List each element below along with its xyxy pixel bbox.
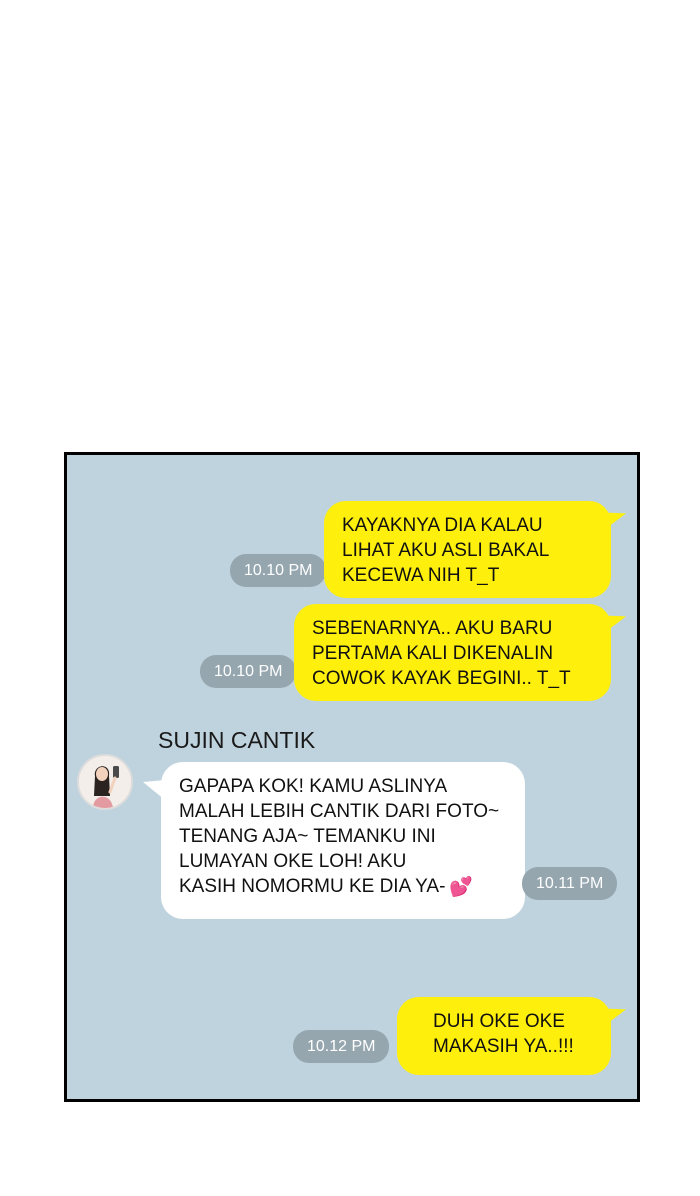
message-text-line: KASIH NOMORMU KE DIA YA- 💕 xyxy=(179,874,507,900)
message-text-line: KECEWA NIH T_T xyxy=(342,565,500,586)
message-text-line: MALAH LEBIH CANTIK DARI FOTO~ xyxy=(179,801,500,822)
message-text-line: KAYAKNYA DIA KALAU xyxy=(342,515,543,536)
message-timestamp: 10.12 PM xyxy=(293,1030,390,1063)
message-timestamp: 10.11 PM xyxy=(522,867,618,900)
message-text-line: MAKASIH YA..!!! xyxy=(433,1036,574,1057)
message-text-line: PERTAMA KALI DIKENALIN xyxy=(312,643,554,664)
outgoing-message-bubble[interactable]: DUH OKE OKE MAKASIH YA..!!! xyxy=(397,997,611,1075)
avatar-image xyxy=(79,756,131,808)
message-text-line: TENANG AJA~ TEMANKU INI xyxy=(179,826,436,847)
message-text-line: DUH OKE OKE xyxy=(433,1011,565,1032)
outgoing-message-bubble[interactable]: SEBENARNYA.. AKU BARU PERTAMA KALI DIKEN… xyxy=(294,604,611,701)
chat-window: 10.10 PM KAYAKNYA DIA KALAU LIHAT AKU AS… xyxy=(64,452,640,1102)
message-text-line: COWOK KAYAK BEGINI.. T_T xyxy=(312,668,571,689)
message-timestamp: 10.10 PM xyxy=(230,554,327,587)
message-text-line: SEBENARNYA.. AKU BARU xyxy=(312,618,553,639)
message-text-line: LIHAT AKU ASLI BAKAL xyxy=(342,540,550,561)
sender-avatar[interactable] xyxy=(77,754,133,810)
message-text-line: LUMAYAN OKE LOH! AKU xyxy=(179,851,407,872)
message-text: KASIH NOMORMU KE DIA YA- xyxy=(179,876,446,897)
outgoing-message-bubble[interactable]: KAYAKNYA DIA KALAU LIHAT AKU ASLI BAKAL … xyxy=(324,501,611,598)
message-text-line: GAPAPA KOK! KAMU ASLINYA xyxy=(179,776,448,797)
sender-name: SUJIN CANTIK xyxy=(158,727,316,753)
incoming-message-bubble[interactable]: GAPAPA KOK! KAMU ASLINYA MALAH LEBIH CAN… xyxy=(161,762,525,919)
message-timestamp: 10.10 PM xyxy=(200,655,297,688)
two-hearts-icon: 💕 xyxy=(449,877,474,898)
